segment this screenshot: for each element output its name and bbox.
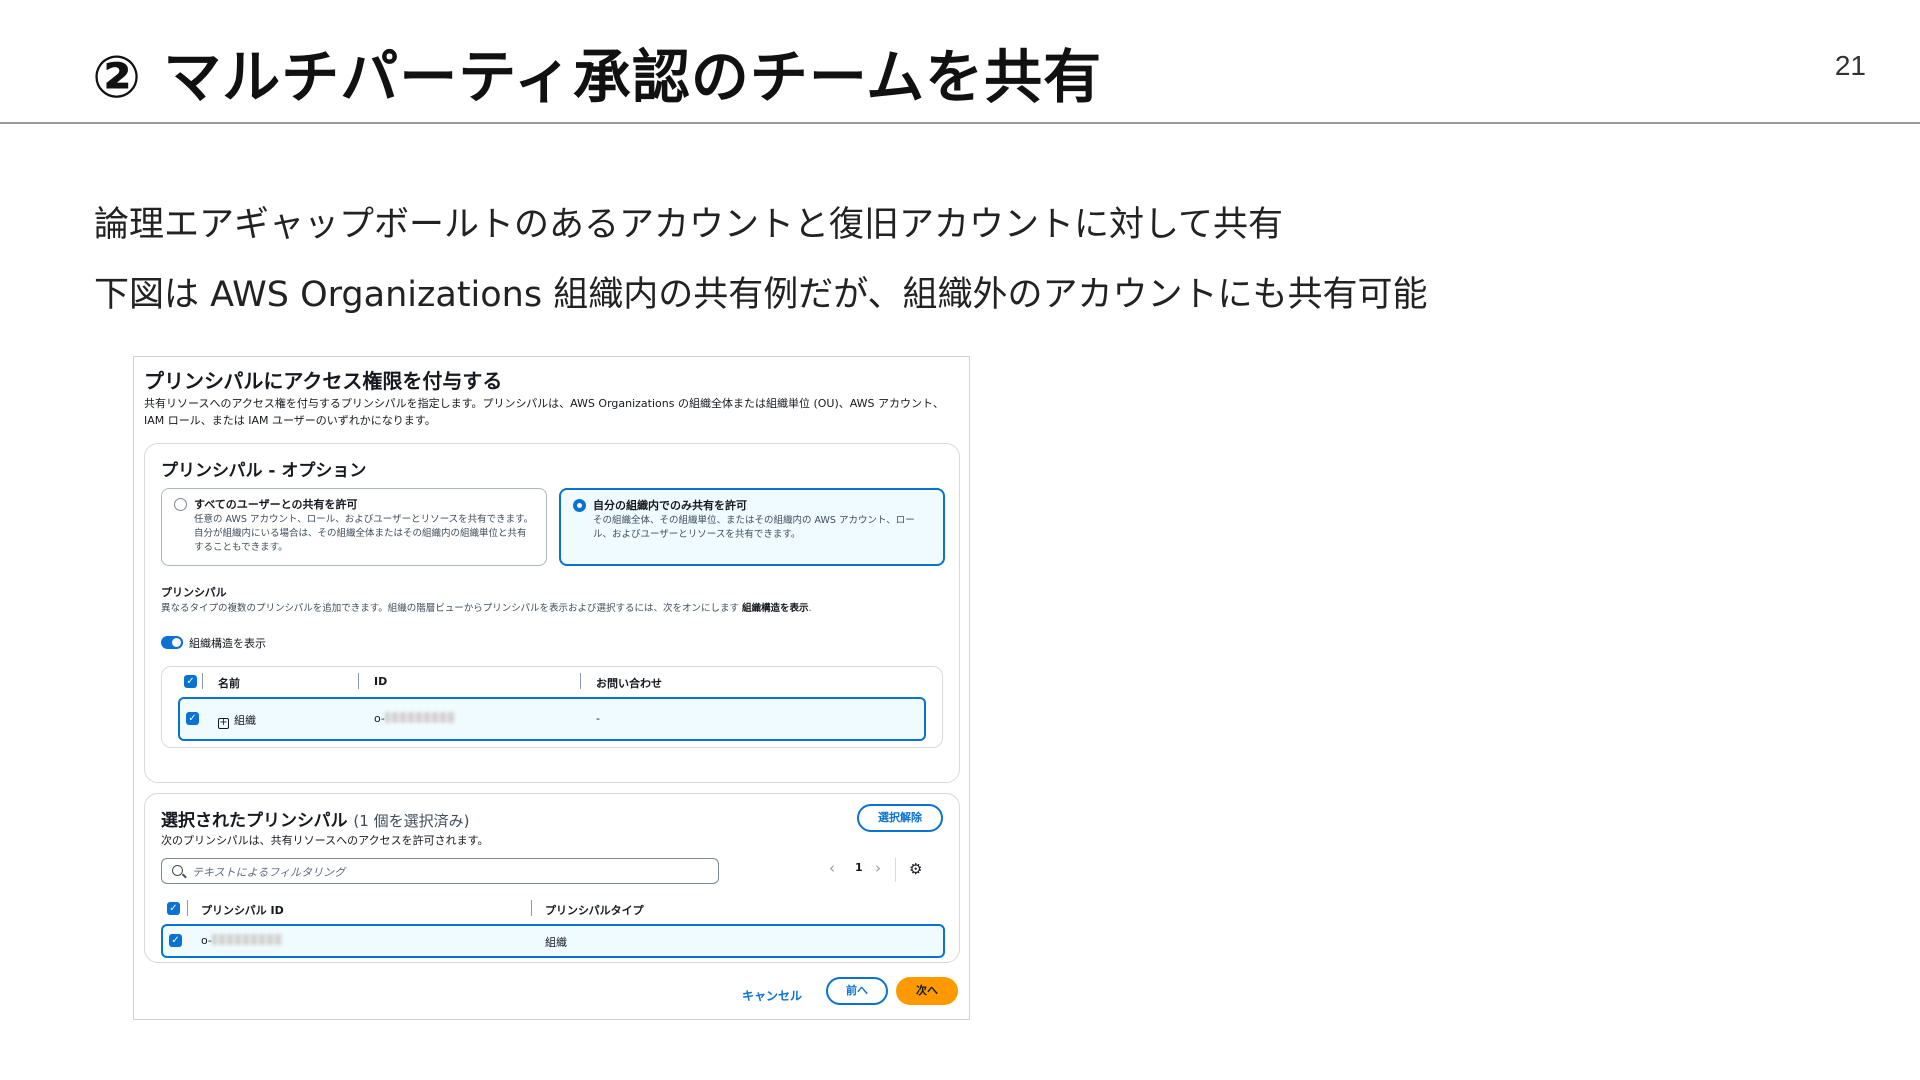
search-placeholder: テキストによるフィルタリング <box>192 866 346 879</box>
principal-type-cell: 組織 <box>545 936 567 949</box>
body-line-2: 下図は AWS Organizations 組織内の共有例だが、組織外のアカウン… <box>94 275 1428 315</box>
selected-principals-description: 次のプリンシパルは、共有リソースへのアクセスを許可されます。 <box>161 834 489 847</box>
column-header-id: ID <box>374 675 388 688</box>
select-all-selected-checkbox[interactable]: ✓ <box>167 902 180 915</box>
principal-description-bold: 組織構造を表示 <box>742 603 809 614</box>
column-header-name: 名前 <box>218 677 240 690</box>
column-header-principal-type: プリンシパルタイプ <box>545 904 644 917</box>
page-number-current[interactable]: 1 <box>855 861 863 874</box>
option-org-description: その組織全体、その組織単位、またはその組織内の AWS アカウント、ロール、およ… <box>593 515 915 540</box>
column-divider <box>580 673 581 689</box>
org-structure-toggle[interactable] <box>161 636 183 649</box>
redacted-id <box>384 712 455 723</box>
option-all-description: 任意の AWS アカウント、ロール、およびユーザーとリソースを共有できます。自分… <box>194 514 534 553</box>
grant-access-heading: プリンシパルにアクセス権限を付与する <box>144 369 503 393</box>
table-row[interactable]: ✓ + 組織 o- - <box>178 697 926 741</box>
next-button[interactable]: 次へ <box>896 977 958 1005</box>
title-divider <box>0 122 1920 124</box>
selected-row-checkbox[interactable]: ✓ <box>169 934 182 947</box>
pager-divider <box>895 858 896 882</box>
chevron-left-icon[interactable]: ‹ <box>829 859 835 877</box>
slide-title: ② マルチパーティ承認のチームを共有 <box>92 43 1103 111</box>
column-divider <box>358 673 359 689</box>
expand-icon[interactable]: + <box>218 718 229 729</box>
redacted-id <box>211 934 282 945</box>
gear-icon[interactable]: ⚙ <box>909 860 922 878</box>
principal-id-cell: o- <box>201 934 282 947</box>
option-share-within-org[interactable]: 自分の組織内でのみ共有を許可 その組織全体、その組織単位、またはその組織内の A… <box>559 488 945 566</box>
column-header-contact: お問い合わせ <box>596 677 662 690</box>
table-row[interactable]: ✓ o- 組織 <box>161 924 945 958</box>
principal-description: 異なるタイプの複数のプリンシパルを追加できます。組織の階層ビューからプリンシパル… <box>161 603 812 614</box>
filter-search-input[interactable]: テキストによるフィルタリング <box>161 858 719 884</box>
org-name-cell: + 組織 <box>218 714 256 729</box>
selected-principals-card: 選択されたプリンシパル (1 個を選択済み) 次のプリンシパルは、共有リソースへ… <box>144 793 960 963</box>
org-structure-toggle-label: 組織構造を表示 <box>189 637 266 650</box>
principal-options-title: プリンシパル - オプション <box>161 461 367 481</box>
console-screenshot: プリンシパルにアクセス権限を付与する 共有リソースへのアクセス権を付与するプリン… <box>133 356 970 1020</box>
principal-options-card: プリンシパル - オプション すべてのユーザーとの共有を許可 任意の AWS ア… <box>144 443 960 783</box>
clear-selection-button[interactable]: 選択解除 <box>857 804 943 832</box>
principal-label: プリンシパル <box>161 586 227 599</box>
page-number: 21 <box>1834 50 1866 81</box>
option-org-label: 自分の組織内でのみ共有を許可 <box>593 499 747 512</box>
row-checkbox[interactable]: ✓ <box>186 712 199 725</box>
select-all-checkbox[interactable]: ✓ <box>184 675 197 688</box>
previous-button[interactable]: 前へ <box>826 977 888 1005</box>
grant-access-description: 共有リソースへのアクセス権を付与するプリンシパルを指定します。プリンシパルは、A… <box>144 397 944 427</box>
column-header-principal-id: プリンシパル ID <box>201 904 284 917</box>
column-divider <box>531 900 532 916</box>
radio-selected-icon[interactable] <box>573 499 586 512</box>
selected-principals-title: 選択されたプリンシパル (1 個を選択済み) <box>161 811 470 831</box>
chevron-right-icon[interactable]: › <box>875 859 881 877</box>
radio-unselected-icon[interactable] <box>174 498 187 511</box>
body-line-1: 論理エアギャップボールトのあるアカウントと復旧アカウントに対して共有 <box>94 205 1283 245</box>
column-divider <box>202 673 203 689</box>
org-table: ✓ 名前 ID お問い合わせ ✓ + 組織 o- - <box>161 666 943 748</box>
option-share-with-all[interactable]: すべてのユーザーとの共有を許可 任意の AWS アカウント、ロール、およびユーザ… <box>161 488 547 566</box>
org-id-cell: o- <box>374 712 455 725</box>
column-divider <box>187 900 188 916</box>
org-contact-cell: - <box>596 712 600 725</box>
search-icon <box>172 865 183 876</box>
option-all-label: すべてのユーザーとの共有を許可 <box>194 498 358 511</box>
selected-count: (1 個を選択済み) <box>353 812 470 830</box>
cancel-button[interactable]: キャンセル <box>742 987 802 1004</box>
